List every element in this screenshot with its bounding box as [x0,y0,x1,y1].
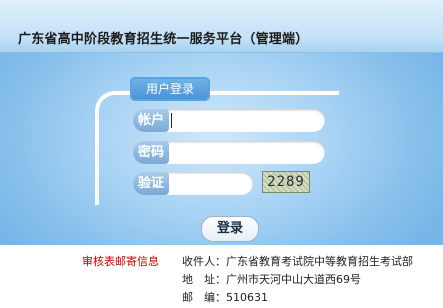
login-area: 用户登录 帐户 密码 验证 2289 登录 [0,53,443,245]
header-bar: 广东省高中阶段教育招生统一服务平台（管理端） [0,0,443,53]
captcha-row: 验证 [133,172,253,195]
login-panel-title: 用户登录 [132,79,208,99]
account-row: 帐户 [133,109,325,132]
footer: 审核表邮寄信息 收件人：广东省教育考试院中等教育招生考试部 地 址：广州市天河中… [0,245,443,308]
account-label: 帐户 [133,109,169,132]
captcha-input[interactable] [171,174,246,193]
account-input[interactable] [171,111,316,130]
password-label: 密码 [133,141,169,164]
recipient-info: 收件人：广东省教育考试院中等教育招生考试部 [182,255,413,268]
captcha-image[interactable]: 2289 [262,171,310,193]
login-button[interactable]: 登录 [201,216,259,242]
mail-info-link[interactable]: 审核表邮寄信息 [82,253,159,269]
page-title: 广东省高中阶段教育招生统一服务平台（管理端） [18,32,309,47]
password-input[interactable] [171,143,316,162]
postcode-info: 邮 编：510631 [182,291,268,304]
text-caret [171,113,172,128]
captcha-label: 验证 [133,172,169,195]
address-info: 地 址：广州市天河中山大道西69号 [182,273,361,286]
password-row: 密码 [133,141,325,164]
